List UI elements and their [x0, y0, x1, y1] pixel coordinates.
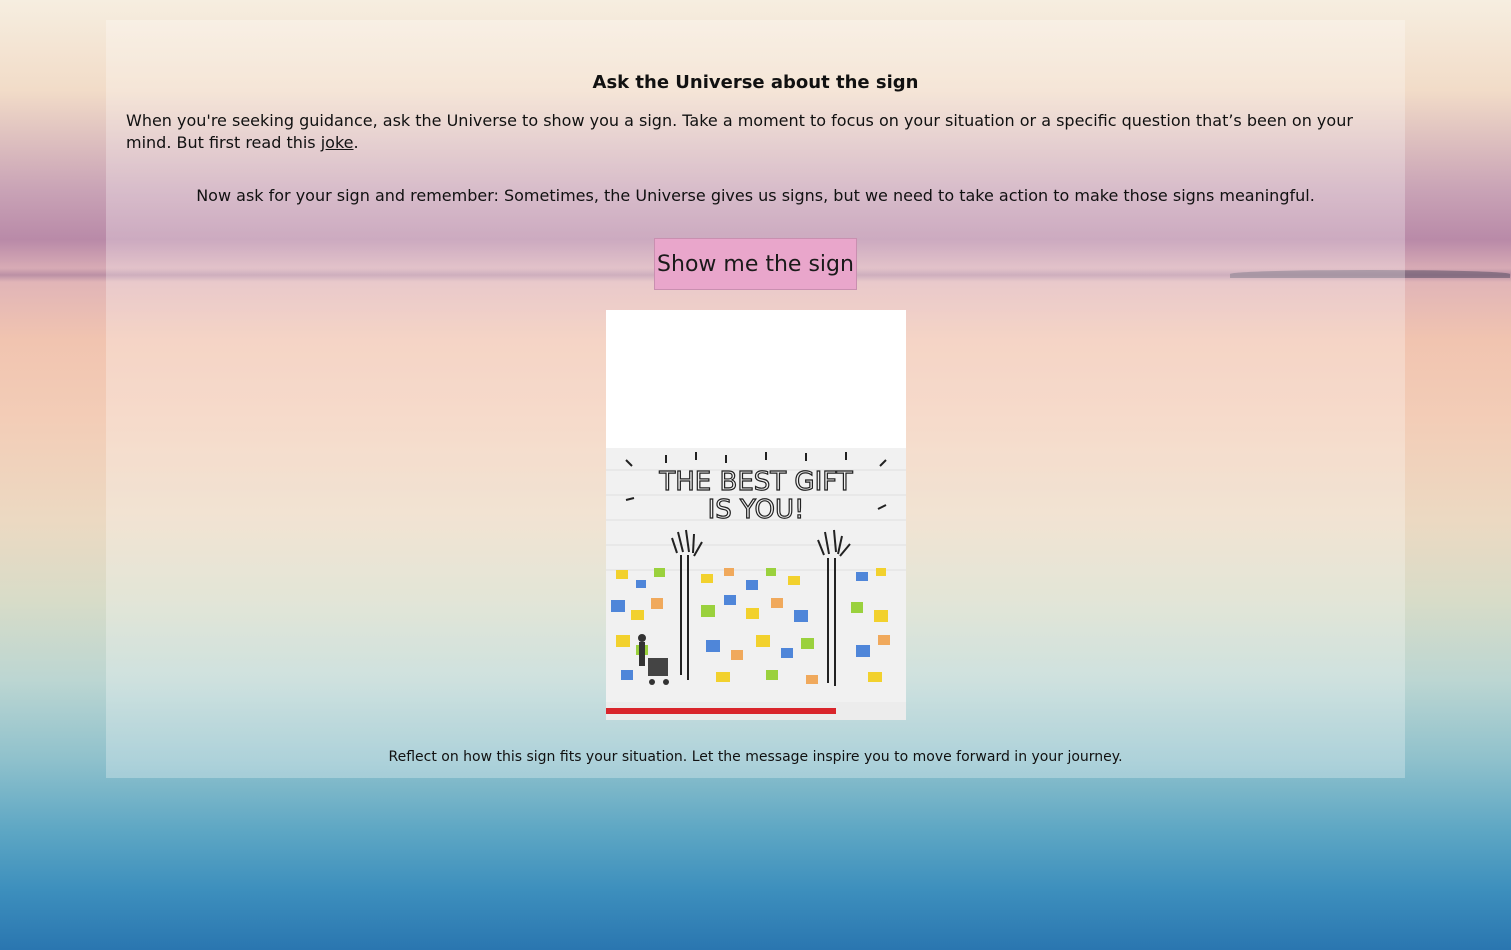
joke-link[interactable]: joke [321, 133, 354, 152]
sign-image: THE BEST GIFT IS YOU! [606, 310, 906, 720]
sign-mural-illustration: THE BEST GIFT IS YOU! [606, 310, 906, 720]
page-title: Ask the Universe about the sign [592, 72, 919, 93]
reminder-text: Now ask for your sign and remember: Some… [196, 186, 1315, 205]
show-sign-button[interactable]: Show me the sign [654, 238, 857, 290]
reflect-text: Reflect on how this sign fits your situa… [388, 749, 1123, 765]
intro-end: . [353, 133, 359, 152]
mural-line-2: IS YOU! [708, 495, 805, 525]
intro-paragraph: When you're seeking guidance, ask the Un… [126, 110, 1385, 154]
content-panel: Ask the Universe about the sign When you… [106, 20, 1405, 778]
mural-line-1: THE BEST GIFT [658, 467, 852, 497]
intro-text: When you're seeking guidance, ask the Un… [126, 111, 1353, 152]
